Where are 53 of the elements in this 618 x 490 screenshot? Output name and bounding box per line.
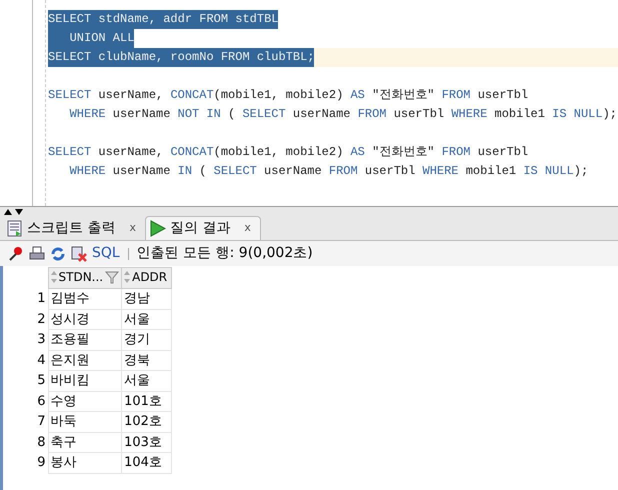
column-title: STDN...: [58, 269, 104, 286]
play-icon: [148, 220, 166, 237]
table-cell: 바비킴: [48, 370, 122, 391]
table-cell: 봉사: [48, 452, 122, 473]
column-title: ADDR: [132, 269, 168, 286]
code-line: WHERE userName NOT IN ( SELECT userName FROM userTbl WHERE mobile1 IS NULL);: [68, 106, 617, 123]
code-line: SELECT userName, CONCAT(mobile1, mobile2) AS "전화번호" FROM userTbl: [48, 144, 528, 161]
table-cell: 서울: [122, 370, 172, 391]
row-number: 1: [3, 288, 48, 309]
row-number: 7: [3, 412, 48, 432]
column-header[interactable]: ADDR: [122, 268, 172, 288]
sql-link[interactable]: SQL: [92, 243, 120, 264]
document-icon: [7, 220, 23, 236]
row-number: 2: [3, 309, 48, 330]
table-cell: 102호: [122, 412, 172, 432]
filter-icon[interactable]: [105, 270, 120, 284]
code-line: SELECT userName, CONCAT(mobile1, mobile2) AS "전화번호" FROM userTbl: [48, 87, 528, 104]
code-line: WHERE userName IN ( SELECT userName FROM userTbl WHERE mobile1 IS NULL);: [68, 163, 588, 180]
row-number: 5: [3, 370, 48, 391]
printer-icon[interactable]: [29, 246, 45, 262]
table-cell: 경남: [122, 288, 172, 309]
table-cell: 은지원: [48, 350, 122, 370]
row-number: 8: [3, 432, 48, 452]
table-cell: 바둑: [48, 412, 122, 432]
tab-label: 스크립트 출력: [27, 218, 116, 238]
table-cell: 103호: [122, 432, 172, 452]
table-cell: 수영: [48, 391, 122, 412]
table-cell: 경기: [122, 330, 172, 350]
row-number: 6: [3, 391, 48, 412]
sort-icon: [124, 271, 130, 283]
splitter-arrows-icon[interactable]: [3, 208, 25, 214]
table-cell: 104호: [122, 452, 172, 473]
row-number: 9: [3, 452, 48, 473]
clear-icon[interactable]: [71, 246, 87, 262]
refresh-icon[interactable]: [50, 246, 66, 262]
table-cell: 김범수: [48, 288, 122, 309]
table-cell: 성시경: [48, 309, 122, 330]
table-cell: 101호: [122, 391, 172, 412]
table-cell: 경북: [122, 350, 172, 370]
row-number: 3: [3, 330, 48, 350]
status-text: 인출된 모든 행: 9(0,002초): [136, 244, 313, 263]
tab-close[interactable]: x: [244, 220, 251, 237]
tab-close[interactable]: x: [129, 220, 136, 236]
table-cell: 조용필: [48, 330, 122, 350]
tab[interactable]: 스크립트 출력 x: [4, 216, 145, 240]
tab-label: 질의 결과: [170, 219, 230, 238]
column-header[interactable]: STDN...: [48, 268, 122, 288]
table-cell: 축구: [48, 432, 122, 452]
row-number: 4: [3, 350, 48, 370]
tab[interactable]: 질의 결과 x: [144, 216, 261, 240]
table-cell: 서울: [122, 309, 172, 330]
sort-icon: [50, 271, 56, 283]
pin-icon[interactable]: [8, 246, 24, 262]
